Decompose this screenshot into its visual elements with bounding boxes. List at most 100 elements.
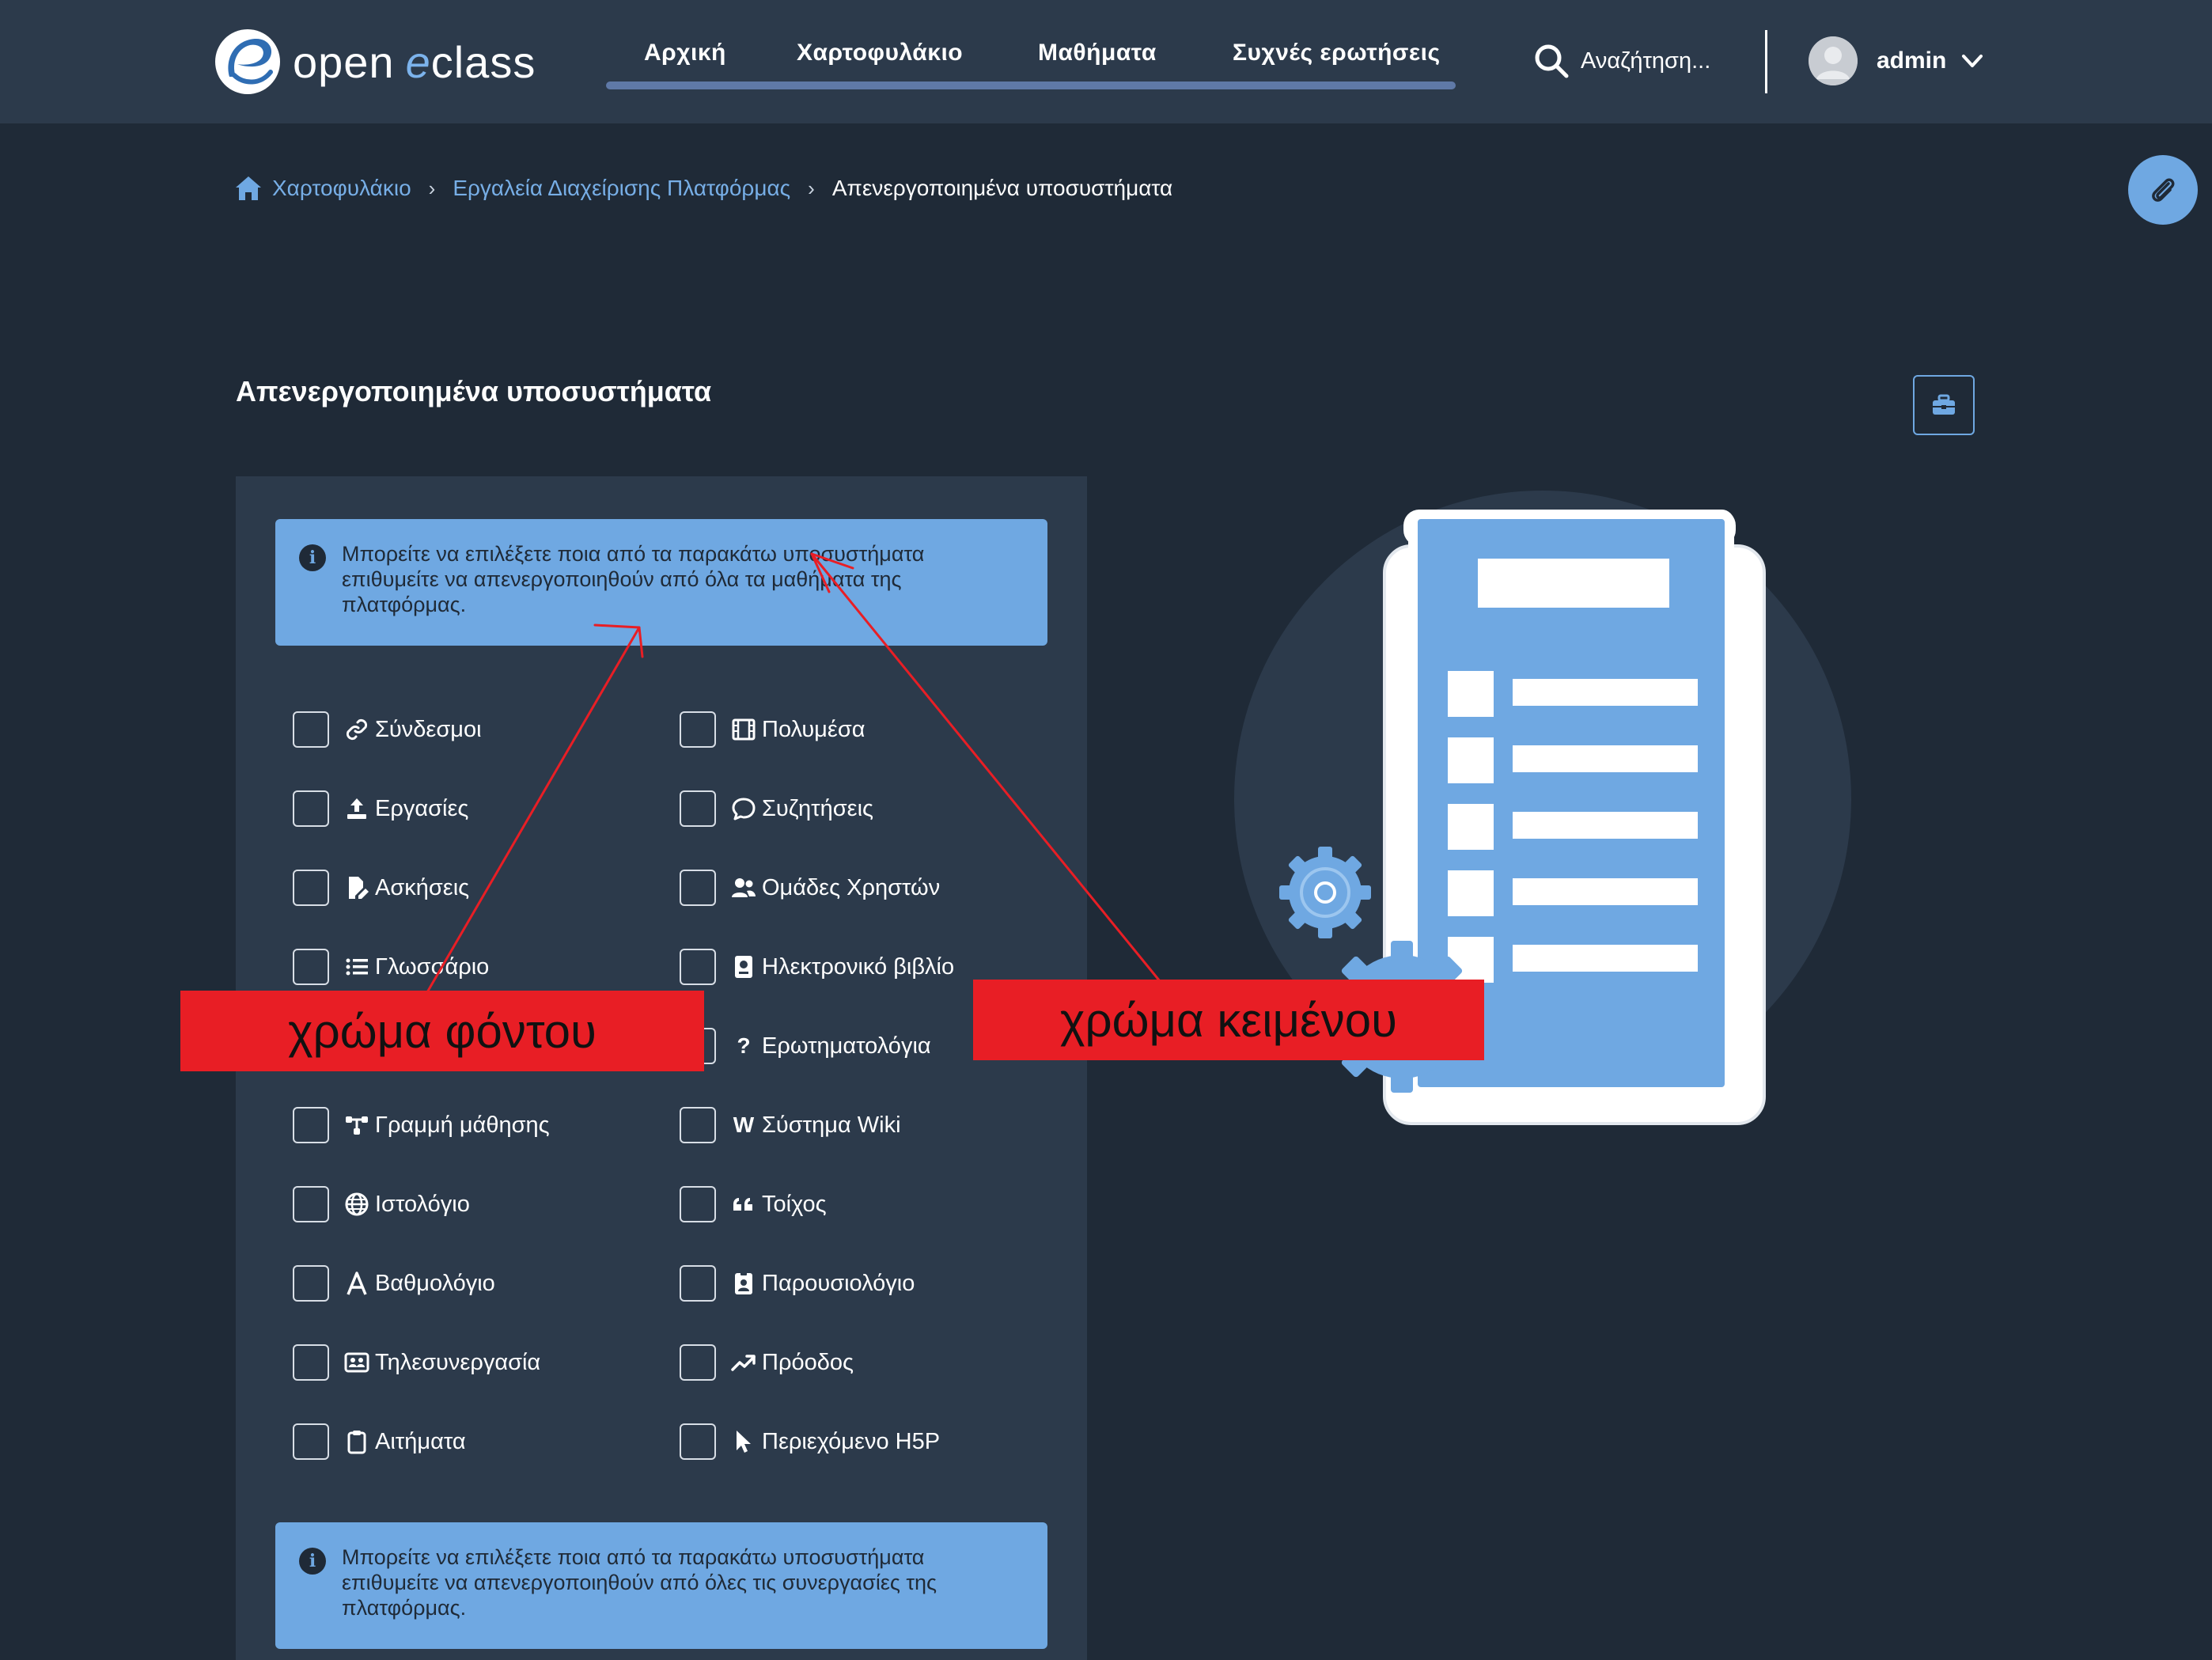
main-nav: Αρχική Χαρτοφυλάκιο Μαθήματα Συχνές ερωτ… xyxy=(606,32,1456,90)
info-alert-courses-text: Μπορείτε να επιλέξετε ποια από τα παρακά… xyxy=(342,542,925,616)
user-menu[interactable]: admin xyxy=(1809,36,1984,85)
search-box[interactable]: Αναζήτηση... xyxy=(1533,41,1710,81)
checkbox[interactable] xyxy=(293,1344,329,1381)
checkbox[interactable] xyxy=(680,711,716,748)
breadcrumb-admin-tools[interactable]: Εργαλεία Διαχείρισης Πλατφόρμας xyxy=(453,176,790,201)
module-label: Ηλεκτρονικό βιβλίο xyxy=(762,953,955,980)
breadcrumb: Χαρτοφυλάκιο › Εργαλεία Διαχείρισης Πλατ… xyxy=(234,171,1172,206)
module-item-ebook[interactable]: Ηλεκτρονικό βιβλίο xyxy=(680,947,954,987)
grade-a-icon xyxy=(343,1270,370,1297)
module-item-h5p[interactable]: Περιεχόμενο H5P xyxy=(680,1422,940,1461)
checkbox[interactable] xyxy=(680,1186,716,1222)
info-alert-courses: i Μπορείτε να επιλέξετε ποια από τα παρα… xyxy=(275,519,1047,646)
module-item-exercises[interactable]: Ασκήσεις xyxy=(293,868,469,908)
avatar xyxy=(1809,36,1858,85)
checkbox[interactable] xyxy=(293,711,329,748)
checkbox[interactable] xyxy=(680,949,716,985)
module-item-assignments[interactable]: Εργασίες xyxy=(293,789,468,828)
user-avatar-icon xyxy=(1809,36,1858,85)
checkbox[interactable] xyxy=(293,1265,329,1302)
module-label: Σύστημα Wiki xyxy=(762,1112,901,1138)
admin-tools-button[interactable] xyxy=(1913,375,1975,435)
module-item-questionnaires[interactable]: ? Ερωτηματολόγια xyxy=(680,1026,931,1066)
checkbox[interactable] xyxy=(293,1186,329,1222)
info-icon: i xyxy=(299,1548,326,1575)
checkbox[interactable] xyxy=(293,1107,329,1143)
module-label: Συζητήσεις xyxy=(762,795,874,821)
module-label: Γλωσσάριο xyxy=(375,953,490,980)
checkbox[interactable] xyxy=(293,790,329,827)
pointer-icon xyxy=(730,1428,757,1455)
checkbox[interactable] xyxy=(680,870,716,906)
page-title: Απενεργοποιημένα υποσυστήματα xyxy=(236,375,712,407)
logo-wordmark: open eclass xyxy=(293,36,536,88)
clipboard-icon xyxy=(343,1428,370,1455)
module-item-learning-path[interactable]: Γραμμή μάθησης xyxy=(293,1105,550,1145)
attachment-button[interactable] xyxy=(2128,155,2198,225)
breadcrumb-separator: › xyxy=(808,176,815,200)
module-label: Ασκήσεις xyxy=(375,874,470,900)
module-item-glossary[interactable]: Γλωσσάριο xyxy=(293,947,489,987)
header-divider xyxy=(1765,30,1767,93)
link-icon xyxy=(343,716,370,743)
module-label: Πολυμέσα xyxy=(762,716,865,742)
search-placeholder: Αναζήτηση... xyxy=(1581,47,1711,74)
nav-faq[interactable]: Συχνές ερωτήσεις xyxy=(1233,40,1441,66)
checkbox[interactable] xyxy=(680,790,716,827)
checkbox[interactable] xyxy=(293,870,329,906)
path-icon xyxy=(343,1112,370,1139)
toolbox-icon xyxy=(1933,394,1955,415)
module-item-wiki[interactable]: W Σύστημα Wiki xyxy=(680,1105,901,1145)
annotation-background-color: χρώμα φόντου xyxy=(180,991,704,1071)
module-item-multimedia[interactable]: Πολυμέσα xyxy=(680,710,865,749)
checkbox[interactable] xyxy=(680,1265,716,1302)
module-item-blog[interactable]: Ιστολόγιο xyxy=(293,1184,470,1224)
module-label: Γραμμή μάθησης xyxy=(375,1112,550,1138)
module-label: Περιεχόμενο H5P xyxy=(762,1428,941,1454)
checkbox[interactable] xyxy=(680,1423,716,1460)
module-item-gradebook[interactable]: Βαθμολόγιο xyxy=(293,1264,495,1303)
logo-class: class xyxy=(430,36,536,87)
module-item-discussions[interactable]: Συζητήσεις xyxy=(680,789,873,828)
checkbox[interactable] xyxy=(293,949,329,985)
module-item-teleconference[interactable]: Τηλεσυνεργασία xyxy=(293,1343,540,1382)
module-label: Ομάδες Χρηστών xyxy=(762,874,941,900)
conference-icon xyxy=(343,1349,370,1376)
home-icon[interactable] xyxy=(234,175,263,202)
upload-icon xyxy=(343,795,370,822)
list-icon xyxy=(343,953,370,980)
module-label: Βαθμολόγιο xyxy=(375,1270,495,1296)
module-label: Αιτήματα xyxy=(375,1428,466,1454)
module-item-attendance[interactable]: Παρουσιολόγιο xyxy=(680,1264,915,1303)
module-item-wall[interactable]: Τοίχος xyxy=(680,1184,827,1224)
checkbox[interactable] xyxy=(293,1423,329,1460)
breadcrumb-portfolio[interactable]: Χαρτοφυλάκιο xyxy=(272,176,411,201)
id-badge-icon xyxy=(730,1270,757,1297)
module-label: Ιστολόγιο xyxy=(375,1191,470,1217)
eclass-logo-icon xyxy=(215,29,280,94)
question-icon: ? xyxy=(737,1033,751,1058)
logo-e: e xyxy=(405,36,431,87)
trend-up-icon xyxy=(730,1349,757,1376)
module-item-requests[interactable]: Αιτήματα xyxy=(293,1422,466,1461)
checkbox[interactable] xyxy=(680,1107,716,1143)
module-item-user-groups[interactable]: Ομάδες Χρηστών xyxy=(680,868,940,908)
info-alert-collaborations: i Μπορείτε να επιλέξετε ποια από τα παρα… xyxy=(275,1522,1047,1649)
checkbox[interactable] xyxy=(680,1344,716,1381)
module-label: Εργασίες xyxy=(375,795,469,821)
quote-icon xyxy=(730,1191,757,1218)
top-navbar: open eclass Αρχική Χαρτοφυλάκιο Μαθήματα … xyxy=(0,0,2212,123)
comment-icon xyxy=(730,795,757,822)
search-icon xyxy=(1535,44,1569,78)
module-label: Σύνδεσμοι xyxy=(375,716,482,742)
nav-courses[interactable]: Μαθήματα xyxy=(1038,40,1157,66)
logo-open: open xyxy=(293,36,395,87)
nav-home[interactable]: Αρχική xyxy=(644,40,726,66)
module-item-links[interactable]: Σύνδεσμοι xyxy=(293,710,482,749)
info-icon: i xyxy=(299,544,326,571)
nav-portfolio[interactable]: Χαρτοφυλάκιο xyxy=(797,40,963,66)
film-icon xyxy=(730,716,757,743)
openeclass-logo[interactable]: open eclass xyxy=(214,25,536,98)
module-item-progress[interactable]: Πρόοδος xyxy=(680,1343,854,1382)
module-label: Τηλεσυνεργασία xyxy=(375,1349,541,1375)
